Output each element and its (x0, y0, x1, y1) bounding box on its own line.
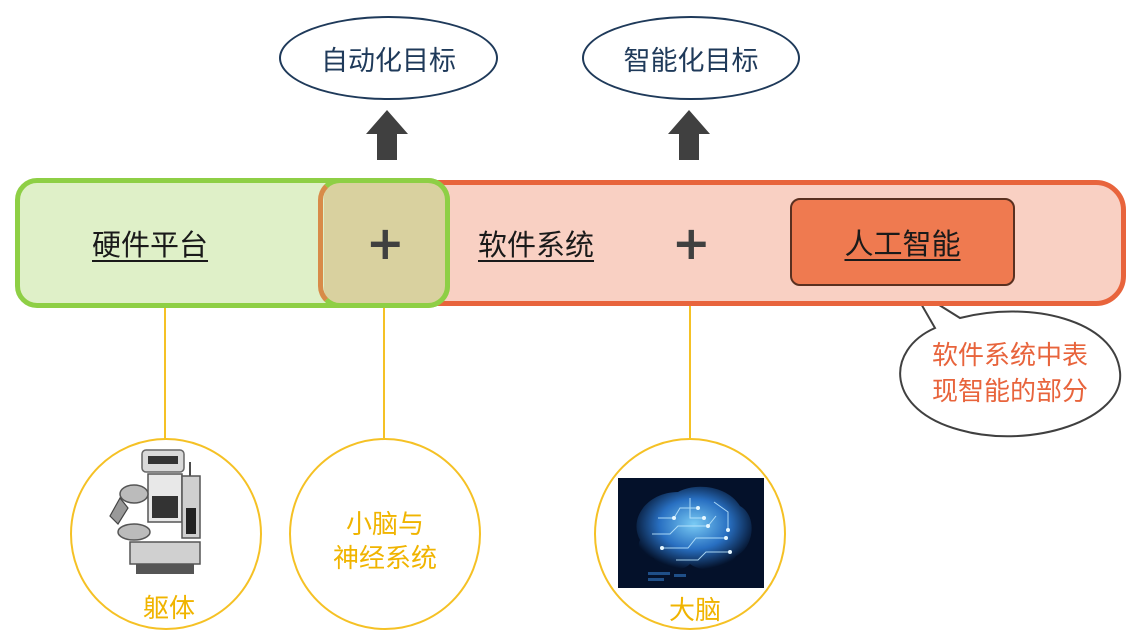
up-arrow-icon-intelligence (668, 110, 710, 160)
digital-brain-icon (618, 478, 764, 588)
cerebellum-label-line-2: 神经系统 (332, 544, 437, 574)
plus-icon-hardware-software: + (366, 216, 405, 270)
cerebellum-label: 小脑与 神经系统 (289, 508, 481, 576)
plus-icon-software-ai: + (672, 216, 711, 270)
brain-label: 大脑 (669, 596, 722, 626)
up-arrow-icon-automation (366, 110, 408, 160)
callout-line-1: 软件系统中表 (931, 341, 1088, 371)
artificial-intelligence-label: 人工智能 (844, 227, 961, 261)
goal-automation-oval: 自动化目标 (279, 16, 498, 100)
goal-automation-label: 自动化目标 (321, 45, 456, 77)
robot-icon (109, 449, 201, 574)
callout-text: 软件系统中表 现智能的部分 (910, 338, 1110, 410)
artificial-intelligence-box: 人工智能 (790, 198, 1015, 286)
cerebellum-label-line-1: 小脑与 (345, 510, 424, 540)
body-label: 躯体 (143, 594, 196, 624)
goal-intelligence-oval: 智能化目标 (582, 16, 800, 100)
callout-line-2: 现智能的部分 (931, 377, 1088, 407)
goal-intelligence-label: 智能化目标 (623, 45, 759, 77)
software-system-label: 软件系统 (478, 228, 595, 262)
hardware-platform-label: 硬件平台 (92, 228, 209, 262)
